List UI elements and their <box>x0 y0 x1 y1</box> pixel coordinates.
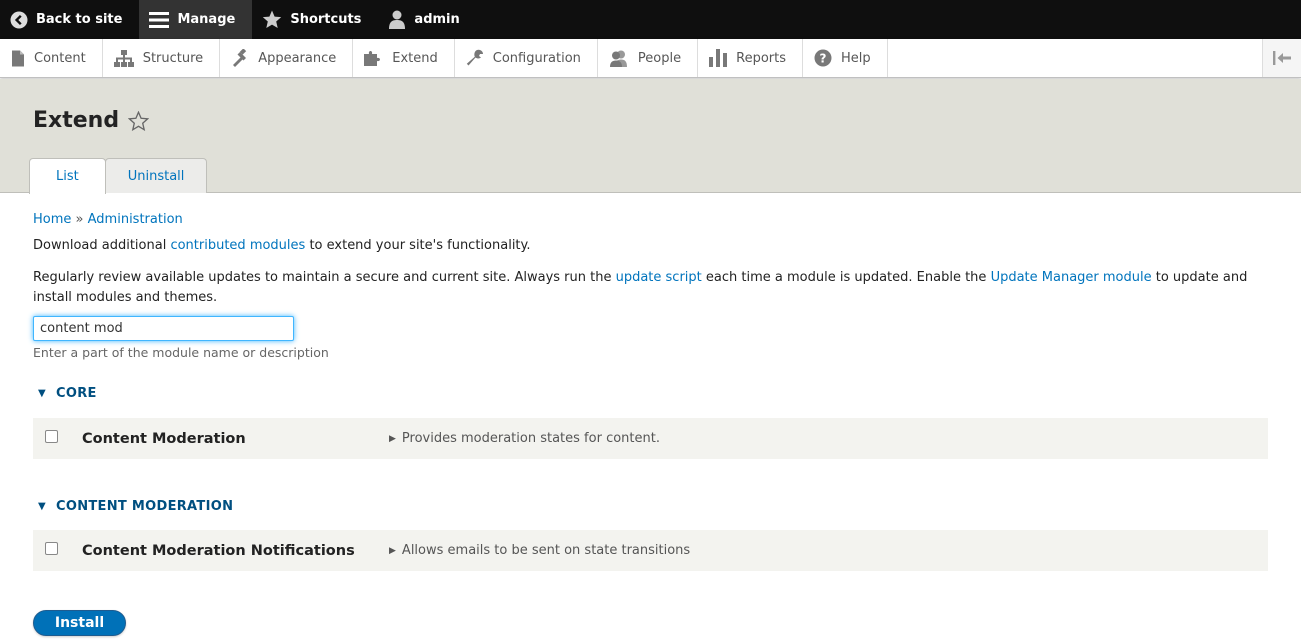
add-shortcut-star-icon[interactable] <box>128 110 150 131</box>
module-row: Content Moderation Notifications ▶ Allow… <box>33 530 1268 571</box>
menu-item-structure[interactable]: Structure <box>103 39 221 77</box>
module-row: Content Moderation ▶ Provides moderation… <box>33 418 1268 459</box>
help-icon: ? <box>814 49 832 67</box>
shortcuts-label: Shortcuts <box>290 12 362 27</box>
text-segment: each time a module is updated. Enable th… <box>701 270 991 285</box>
triangle-right-icon: ▶ <box>389 545 396 556</box>
module-checkbox[interactable] <box>45 542 58 555</box>
menu-item-label: Configuration <box>492 50 581 66</box>
menu-item-label: People <box>637 50 682 66</box>
menu-item-help[interactable]: ? Help <box>803 39 888 77</box>
text-segment: to extend your site's functionality. <box>305 238 531 253</box>
tab-label: Uninstall <box>127 168 185 184</box>
people-icon <box>609 50 629 67</box>
filter-description: Enter a part of the module name or descr… <box>33 345 329 360</box>
group-toggle-core[interactable]: ▼ CORE <box>38 386 97 401</box>
module-description-toggle[interactable]: ▶ Provides moderation states for content… <box>389 431 660 446</box>
update-manager-link[interactable]: Update Manager module <box>991 270 1152 285</box>
page-title-wrap: Extend <box>33 108 150 133</box>
page-title: Extend <box>33 108 120 133</box>
group-toggle-content-moderation[interactable]: ▼ CONTENT MODERATION <box>38 499 233 514</box>
wrench-icon <box>466 49 484 67</box>
menu-item-configuration[interactable]: Configuration <box>455 39 598 77</box>
updates-text: Regularly review available updates to ma… <box>33 268 1263 308</box>
triangle-down-icon: ▼ <box>38 501 46 512</box>
module-name[interactable]: Content Moderation <box>82 431 246 447</box>
puzzle-icon <box>364 49 383 67</box>
back-to-site-link[interactable]: Back to site <box>0 0 139 39</box>
file-icon <box>11 50 25 67</box>
module-description: Allows emails to be sent on state transi… <box>401 543 691 558</box>
menu-item-people[interactable]: People <box>598 39 699 77</box>
triangle-right-icon: ▶ <box>389 433 396 444</box>
svg-text:?: ? <box>820 52 827 66</box>
module-name[interactable]: Content Moderation Notifications <box>82 543 355 559</box>
collapse-left-icon <box>1273 51 1291 65</box>
menu-item-label: Help <box>841 50 871 66</box>
module-description-toggle[interactable]: ▶ Allows emails to be sent on state tran… <box>389 543 690 558</box>
user-label: admin <box>414 12 460 27</box>
breadcrumb-separator: » <box>75 212 84 227</box>
menu-item-label: Appearance <box>258 50 337 66</box>
sitemap-icon <box>113 49 134 67</box>
paintbrush-icon <box>231 49 249 67</box>
tab-list[interactable]: List <box>29 158 106 194</box>
primary-tabs: List Uninstall <box>29 158 208 194</box>
text-segment: Regularly review available updates to ma… <box>33 270 616 285</box>
bar-chart-icon <box>709 49 728 67</box>
contributed-modules-text: Download additional contributed modules … <box>33 238 531 253</box>
group-title: CONTENT MODERATION <box>56 499 234 514</box>
tab-uninstall[interactable]: Uninstall <box>104 158 208 193</box>
menu-item-label: Content <box>34 50 86 66</box>
breadcrumb-home-link[interactable]: Home <box>33 212 71 227</box>
user-icon <box>388 10 406 29</box>
menu-item-appearance[interactable]: Appearance <box>220 39 354 77</box>
hamburger-icon <box>149 11 170 29</box>
back-arrow-icon <box>10 11 28 29</box>
menu-item-content[interactable]: Content <box>0 39 103 77</box>
back-to-site-label: Back to site <box>36 12 123 27</box>
menu-item-extend[interactable]: Extend <box>353 39 455 77</box>
manage-label: Manage <box>177 12 236 27</box>
admin-menu-tray: Content Structure Appearance Extend Conf… <box>0 39 1301 78</box>
user-tab[interactable]: admin <box>378 0 476 39</box>
breadcrumb-administration-link[interactable]: Administration <box>88 212 183 227</box>
module-filter-input[interactable] <box>33 316 294 341</box>
menu-item-label: Reports <box>736 50 786 66</box>
install-button[interactable]: Install <box>33 610 126 636</box>
breadcrumb: Home » Administration <box>33 212 183 227</box>
admin-toolbar: Back to site Manage Shortcuts admin <box>0 0 1301 39</box>
menu-item-label: Structure <box>142 50 204 66</box>
tray-orientation-toggle[interactable] <box>1262 39 1301 77</box>
shortcuts-tab[interactable]: Shortcuts <box>252 0 378 39</box>
star-icon <box>262 10 282 29</box>
menu-item-reports[interactable]: Reports <box>698 39 803 77</box>
group-title: CORE <box>56 386 97 401</box>
triangle-down-icon: ▼ <box>38 388 46 399</box>
page-header: Extend List Uninstall <box>0 79 1301 194</box>
contributed-modules-link[interactable]: contributed modules <box>170 238 305 253</box>
menu-item-label: Extend <box>392 50 438 66</box>
module-checkbox[interactable] <box>45 430 58 443</box>
text-segment: Download additional <box>33 238 171 253</box>
module-description: Provides moderation states for content. <box>401 431 660 446</box>
tab-label: List <box>56 169 79 184</box>
update-script-link[interactable]: update script <box>616 270 702 285</box>
manage-tab[interactable]: Manage <box>139 0 253 39</box>
